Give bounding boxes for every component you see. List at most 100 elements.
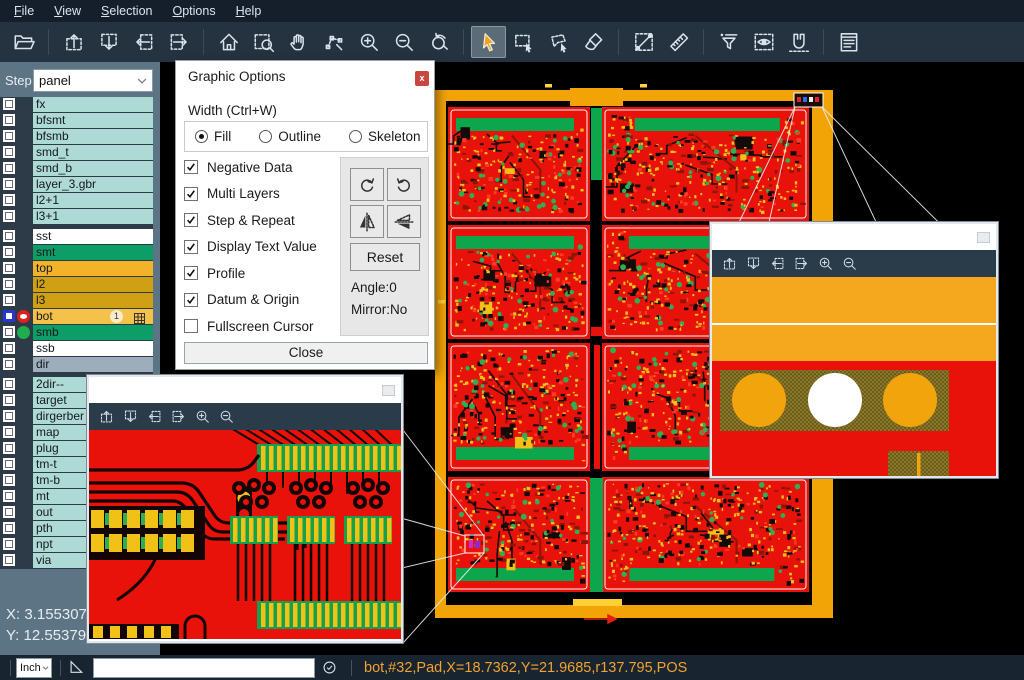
mirror-h-button[interactable] bbox=[350, 205, 384, 238]
layer-name-sst[interactable]: sst bbox=[33, 229, 153, 244]
layer-name-l3[interactable]: l3 bbox=[33, 293, 153, 308]
zoom1-tool-shift-up[interactable] bbox=[94, 406, 118, 428]
tool-shift-up[interactable] bbox=[56, 26, 91, 58]
checkbox[interactable] bbox=[184, 213, 198, 227]
layer-checkbox-mt[interactable] bbox=[3, 490, 15, 502]
layer-checkbox-dirgerber[interactable] bbox=[3, 410, 15, 422]
layer-name-fx[interactable]: fx bbox=[33, 97, 153, 112]
option-profile[interactable]: Profile bbox=[184, 263, 245, 283]
tool-shift-right[interactable] bbox=[161, 26, 196, 58]
layer-checkbox-target[interactable] bbox=[3, 394, 15, 406]
option-multi-layers[interactable]: Multi Layers bbox=[184, 184, 280, 204]
visible-layer-icon[interactable] bbox=[17, 326, 30, 339]
step-select[interactable]: panel bbox=[33, 69, 153, 92]
layer-checkbox-smd_b[interactable] bbox=[3, 162, 15, 174]
close-button[interactable]: Close bbox=[184, 342, 428, 364]
layer-checkbox-l2[interactable] bbox=[3, 278, 15, 290]
apply-icon[interactable] bbox=[321, 659, 339, 677]
layer-checkbox-via[interactable] bbox=[3, 554, 15, 566]
menu-options[interactable]: Options bbox=[162, 0, 225, 22]
layer-name-bfsmt[interactable]: bfsmt bbox=[33, 113, 153, 128]
layer-name-bfsmb[interactable]: bfsmb bbox=[33, 129, 153, 144]
unit-select[interactable]: Inch bbox=[16, 658, 52, 678]
tool-open-file[interactable] bbox=[6, 26, 41, 58]
tool-zoom-in[interactable] bbox=[351, 26, 386, 58]
menu-selection[interactable]: Selection bbox=[91, 0, 162, 22]
zoom1-tool-shift-right[interactable] bbox=[166, 406, 190, 428]
layer-checkbox-out[interactable] bbox=[3, 506, 15, 518]
layer-checkbox-bfsmt[interactable] bbox=[3, 114, 15, 126]
layer-checkbox-fx[interactable] bbox=[3, 98, 15, 110]
tool-pointer-select[interactable] bbox=[471, 26, 506, 58]
layer-checkbox-plug[interactable] bbox=[3, 442, 15, 454]
radio-outline[interactable]: Outline bbox=[259, 129, 321, 144]
radio-skeleton[interactable]: Skeleton bbox=[349, 129, 421, 144]
zoom1-titlebar[interactable] bbox=[89, 377, 401, 403]
layer-checkbox-l3[interactable] bbox=[3, 294, 15, 306]
layer-checkbox-tm-b[interactable] bbox=[3, 474, 15, 486]
tool-shift-down[interactable] bbox=[91, 26, 126, 58]
mirror-v-button[interactable] bbox=[387, 205, 421, 238]
layer-name-l2+1[interactable]: l2+1 bbox=[33, 193, 153, 208]
rotate-cw-button[interactable] bbox=[350, 168, 384, 201]
zoom2-tool-zoom-out[interactable] bbox=[837, 253, 861, 275]
tool-rect-select[interactable] bbox=[506, 26, 541, 58]
menu-file[interactable]: File bbox=[4, 0, 44, 22]
layer-checkbox-dir[interactable] bbox=[3, 358, 15, 370]
layer-name-layer_3.gbr[interactable]: layer_3.gbr bbox=[33, 177, 153, 192]
tool-zoom-out[interactable] bbox=[386, 26, 421, 58]
layer-checkbox-l3+1[interactable] bbox=[3, 210, 15, 222]
layer-name-top[interactable]: top bbox=[33, 261, 153, 276]
layer-checkbox-layer_3.gbr[interactable] bbox=[3, 178, 15, 190]
checkbox[interactable] bbox=[184, 293, 198, 307]
layer-name-l3+1[interactable]: l3+1 bbox=[33, 209, 153, 224]
tool-poly-select[interactable] bbox=[541, 26, 576, 58]
tool-pan[interactable] bbox=[281, 26, 316, 58]
radio-dot[interactable] bbox=[195, 130, 208, 143]
zoom2-window-button[interactable] bbox=[977, 232, 990, 243]
layer-checkbox-2dir--[interactable] bbox=[3, 378, 15, 390]
tool-brush-clean[interactable] bbox=[576, 26, 611, 58]
zoom2-tool-shift-down[interactable] bbox=[741, 253, 765, 275]
option-step-repeat[interactable]: Step & Repeat bbox=[184, 210, 295, 230]
layer-checkbox-smd_t[interactable] bbox=[3, 146, 15, 158]
tool-vertex-edit[interactable] bbox=[316, 26, 351, 58]
layer-checkbox-top[interactable] bbox=[3, 262, 15, 274]
tool-layers-form[interactable] bbox=[831, 26, 866, 58]
tool-measure-distance[interactable] bbox=[626, 26, 661, 58]
zoom2-titlebar[interactable] bbox=[712, 224, 996, 250]
layer-checkbox-smt[interactable] bbox=[3, 246, 15, 258]
layer-checkbox-tm-t[interactable] bbox=[3, 458, 15, 470]
command-input[interactable] bbox=[93, 658, 315, 678]
menu-help[interactable]: Help bbox=[226, 0, 272, 22]
rotate-ccw-button[interactable] bbox=[387, 168, 421, 201]
layer-checkbox-ssb[interactable] bbox=[3, 342, 15, 354]
layer-checkbox-smb[interactable] bbox=[3, 326, 15, 338]
tool-filter[interactable] bbox=[711, 26, 746, 58]
zoom2-tool-zoom-in[interactable] bbox=[813, 253, 837, 275]
zoom1-tool-zoom-out[interactable] bbox=[214, 406, 238, 428]
tool-zoom-window[interactable] bbox=[246, 26, 281, 58]
zoom2-tool-shift-left[interactable] bbox=[765, 253, 789, 275]
layer-name-smd_t[interactable]: smd_t bbox=[33, 145, 153, 160]
zoom1-tool-shift-down[interactable] bbox=[118, 406, 142, 428]
layer-name-ssb[interactable]: ssb bbox=[33, 341, 153, 356]
tool-snap[interactable] bbox=[781, 26, 816, 58]
option-display-text-value[interactable]: Display Text Value bbox=[184, 237, 317, 257]
zoom1-window-button[interactable] bbox=[382, 385, 395, 396]
reset-button[interactable]: Reset bbox=[350, 243, 420, 271]
tool-highlight-view[interactable] bbox=[746, 26, 781, 58]
option-datum-origin[interactable]: Datum & Origin bbox=[184, 290, 299, 310]
layer-checkbox-npt[interactable] bbox=[3, 538, 15, 550]
layer-checkbox-pth[interactable] bbox=[3, 522, 15, 534]
layer-name-smd_b[interactable]: smd_b bbox=[33, 161, 153, 176]
radio-fill[interactable]: Fill bbox=[195, 129, 231, 144]
layer-checkbox-sst[interactable] bbox=[3, 230, 15, 242]
menu-view[interactable]: View bbox=[44, 0, 91, 22]
tool-ruler[interactable] bbox=[661, 26, 696, 58]
checkbox[interactable] bbox=[184, 240, 198, 254]
zoom2-tool-shift-right[interactable] bbox=[789, 253, 813, 275]
tool-shift-left[interactable] bbox=[126, 26, 161, 58]
zoom1-tool-zoom-in[interactable] bbox=[190, 406, 214, 428]
layer-name-smb[interactable]: smb bbox=[33, 325, 153, 340]
